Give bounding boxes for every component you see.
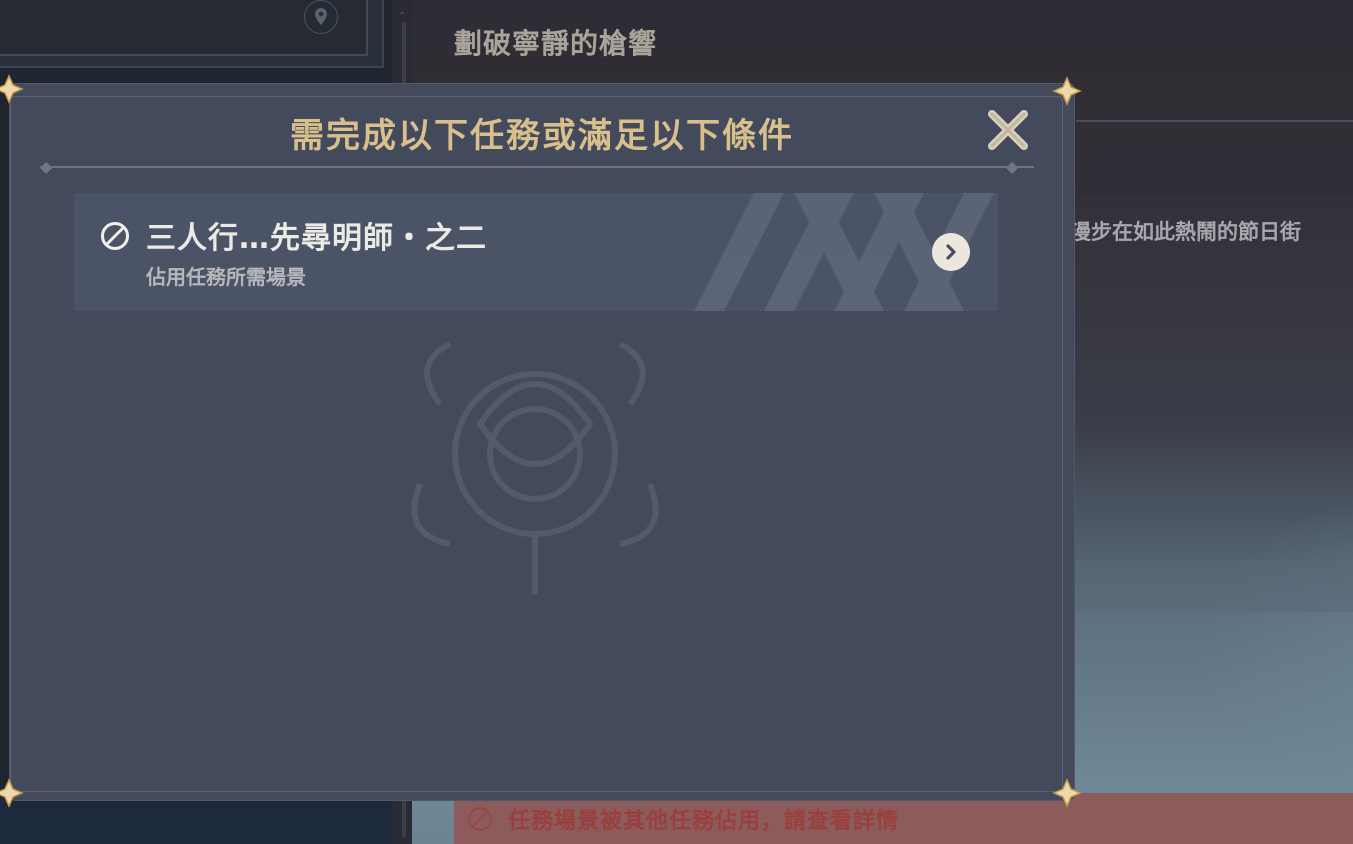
scene-occupied-warning[interactable]: 任務場景被其他任務佔用，請查看詳情 (454, 793, 1353, 844)
divider-ornament-left-icon: ◆ (40, 157, 53, 176)
close-icon (988, 110, 1028, 150)
background-band (1076, 145, 1353, 195)
go-to-quest-button[interactable] (932, 233, 970, 271)
chevron-right-icon (946, 244, 956, 260)
quest-description-snippet: 漫步在如此熱鬧的節日街 (1070, 220, 1301, 244)
divider (1076, 120, 1353, 122)
quest-list-bottom-card[interactable] (0, 798, 392, 844)
corner-ornament-icon (1052, 76, 1082, 106)
dialog-title: 需完成以下任務或滿足以下條件 (290, 116, 794, 156)
corner-ornament-icon (0, 778, 24, 808)
quest-title: 劃破寧靜的槍響 (454, 27, 658, 60)
quest-item-name: 三人行…先尋明師・之二 (146, 221, 487, 256)
prohibited-icon (101, 222, 129, 250)
decorative-emblem-icon (411, 341, 659, 594)
map-pin-icon-glyph (315, 8, 327, 25)
warning-text: 任務場景被其他任務佔用，請查看詳情 (508, 808, 900, 834)
corner-ornament-icon (0, 74, 24, 104)
requirements-dialog: 需完成以下任務或滿足以下條件 ◆ ◆ 三人行…先尋明師・之二 佔用任務所需場景 (10, 84, 1074, 800)
list-item[interactable]: 三人行…先尋明師・之二 佔用任務所需場景 (74, 193, 998, 311)
corner-ornament-icon (1052, 778, 1082, 808)
background-strip (1076, 560, 1353, 612)
quest-item-subtitle: 佔用任務所需場景 (146, 265, 306, 289)
divider-ornament-right-icon: ◆ (1006, 157, 1019, 176)
scroll-up-arrow-icon[interactable]: ⌃ (398, 12, 410, 22)
map-pin-icon[interactable] (304, 0, 338, 34)
title-divider (40, 166, 1034, 168)
prohibited-icon (468, 806, 492, 831)
close-button[interactable] (986, 108, 1030, 152)
